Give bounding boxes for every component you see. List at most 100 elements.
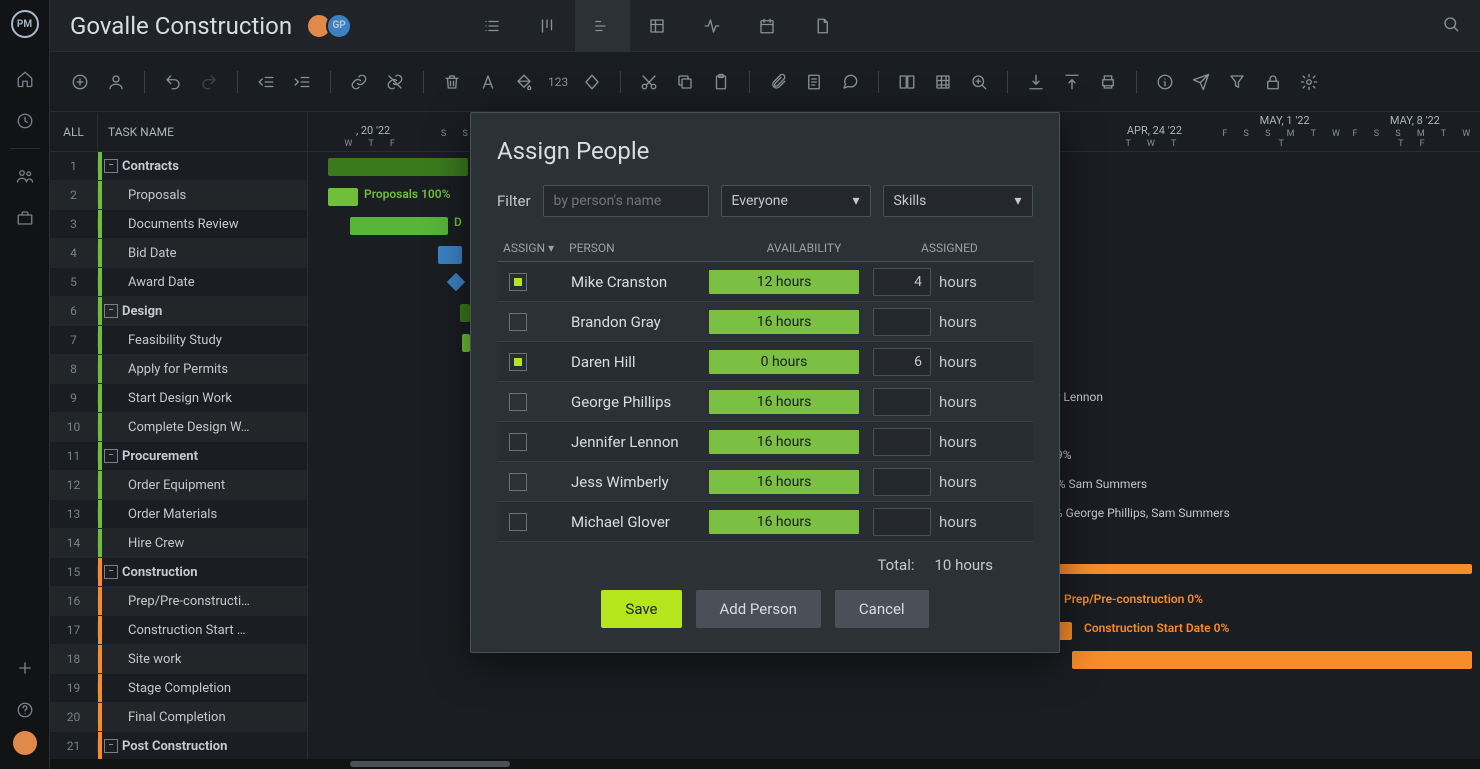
text-style-icon[interactable] [476,70,500,94]
collapse-icon[interactable]: − [104,739,118,753]
settings-icon[interactable] [1297,70,1321,94]
view-doc-icon[interactable] [795,0,850,52]
zoom-icon[interactable] [967,70,991,94]
user-avatar[interactable] [13,731,37,755]
indent-icon[interactable] [290,70,314,94]
gantt-bar[interactable] [1072,651,1472,669]
col-name[interactable]: TASK NAME [98,125,174,139]
gantt-bar[interactable] [328,158,468,176]
task-row[interactable]: 20Final Completion [50,703,307,732]
milestone-icon[interactable] [446,272,466,292]
assign-icon[interactable] [104,70,128,94]
save-button[interactable]: Save [601,590,681,628]
copy-icon[interactable] [673,70,697,94]
comment-icon[interactable] [838,70,862,94]
import-icon[interactable] [1024,70,1048,94]
add-icon[interactable] [10,653,40,683]
col-assigned[interactable]: ASSIGNED [879,241,1033,255]
task-row[interactable]: 21−Post Construction [50,732,307,761]
gantt-bar[interactable] [462,334,470,352]
fill-icon[interactable] [512,70,536,94]
collapse-icon[interactable]: − [104,304,118,318]
task-row[interactable]: 6−Design [50,297,307,326]
undo-icon[interactable] [161,70,185,94]
assigned-hours-input[interactable] [873,388,931,416]
task-row[interactable]: 16Prep/Pre-constructi… [50,587,307,616]
attach-icon[interactable] [766,70,790,94]
unlink-icon[interactable] [383,70,407,94]
col-assign[interactable]: ASSIGN ▾ [497,241,569,255]
task-row[interactable]: 13Order Materials [50,500,307,529]
task-row[interactable]: 14Hire Crew [50,529,307,558]
assign-checkbox[interactable] [509,353,527,371]
scrollbar-thumb[interactable] [350,761,510,767]
task-row[interactable]: 9Start Design Work [50,384,307,413]
task-row[interactable]: 4Bid Date [50,239,307,268]
col-person[interactable]: PERSON [569,241,729,255]
milestone-icon[interactable] [580,70,604,94]
cut-icon[interactable] [637,70,661,94]
filter-icon[interactable] [1225,70,1249,94]
gantt-bar[interactable] [1052,564,1472,574]
gantt-bar[interactable] [350,217,448,235]
collapse-icon[interactable]: − [104,565,118,579]
task-row[interactable]: 19Stage Completion [50,674,307,703]
collapse-icon[interactable]: − [104,159,118,173]
col-all[interactable]: ALL [50,113,98,151]
export-icon[interactable] [1060,70,1084,94]
assigned-hours-input[interactable] [873,308,931,336]
send-icon[interactable] [1189,70,1213,94]
briefcase-icon[interactable] [10,203,40,233]
info-icon[interactable] [1153,70,1177,94]
gantt-bar[interactable] [460,304,470,322]
task-row[interactable]: 1−Contracts [50,152,307,181]
help-icon[interactable] [10,695,40,725]
member-avatar[interactable]: GP [326,13,352,39]
task-row[interactable]: 11−Procurement [50,442,307,471]
assign-checkbox[interactable] [509,473,527,491]
recent-icon[interactable] [10,106,40,136]
filter-group-select[interactable]: Everyone▾ [721,185,871,217]
outdent-icon[interactable] [254,70,278,94]
assign-checkbox[interactable] [509,313,527,331]
columns-icon[interactable] [895,70,919,94]
note-icon[interactable] [802,70,826,94]
numbering-icon[interactable]: 123 [548,75,568,89]
gantt-bar[interactable] [328,188,358,206]
paste-icon[interactable] [709,70,733,94]
task-row[interactable]: 10Complete Design W… [50,413,307,442]
cancel-button[interactable]: Cancel [835,590,929,628]
redo-icon[interactable] [197,70,221,94]
assigned-hours-input[interactable] [873,468,931,496]
task-row[interactable]: 8Apply for Permits [50,355,307,384]
delete-icon[interactable] [440,70,464,94]
task-row[interactable]: 18Site work [50,645,307,674]
task-row[interactable]: 15−Construction [50,558,307,587]
view-calendar-icon[interactable] [740,0,795,52]
assigned-hours-input[interactable] [873,428,931,456]
grid-icon[interactable] [931,70,955,94]
assigned-hours-input[interactable] [873,508,931,536]
home-icon[interactable] [10,64,40,94]
search-icon[interactable] [1442,15,1460,37]
task-row[interactable]: 3Documents Review [50,210,307,239]
app-logo[interactable]: PM [11,10,39,38]
people-icon[interactable] [10,161,40,191]
assign-checkbox[interactable] [509,513,527,531]
task-row[interactable]: 7Feasibility Study [50,326,307,355]
view-board-icon[interactable] [520,0,575,52]
task-row[interactable]: 5Award Date [50,268,307,297]
assign-checkbox[interactable] [509,273,527,291]
filter-skills-select[interactable]: Skills▾ [883,185,1033,217]
view-table-icon[interactable] [630,0,685,52]
assign-checkbox[interactable] [509,393,527,411]
horizontal-scrollbar[interactable] [50,759,1480,769]
link-icon[interactable] [347,70,371,94]
filter-input[interactable] [543,185,709,217]
task-row[interactable]: 2Proposals [50,181,307,210]
collapse-icon[interactable]: − [104,449,118,463]
col-availability[interactable]: AVAILABILITY [729,241,879,255]
lock-icon[interactable] [1261,70,1285,94]
assign-checkbox[interactable] [509,433,527,451]
assigned-hours-input[interactable] [873,348,931,376]
